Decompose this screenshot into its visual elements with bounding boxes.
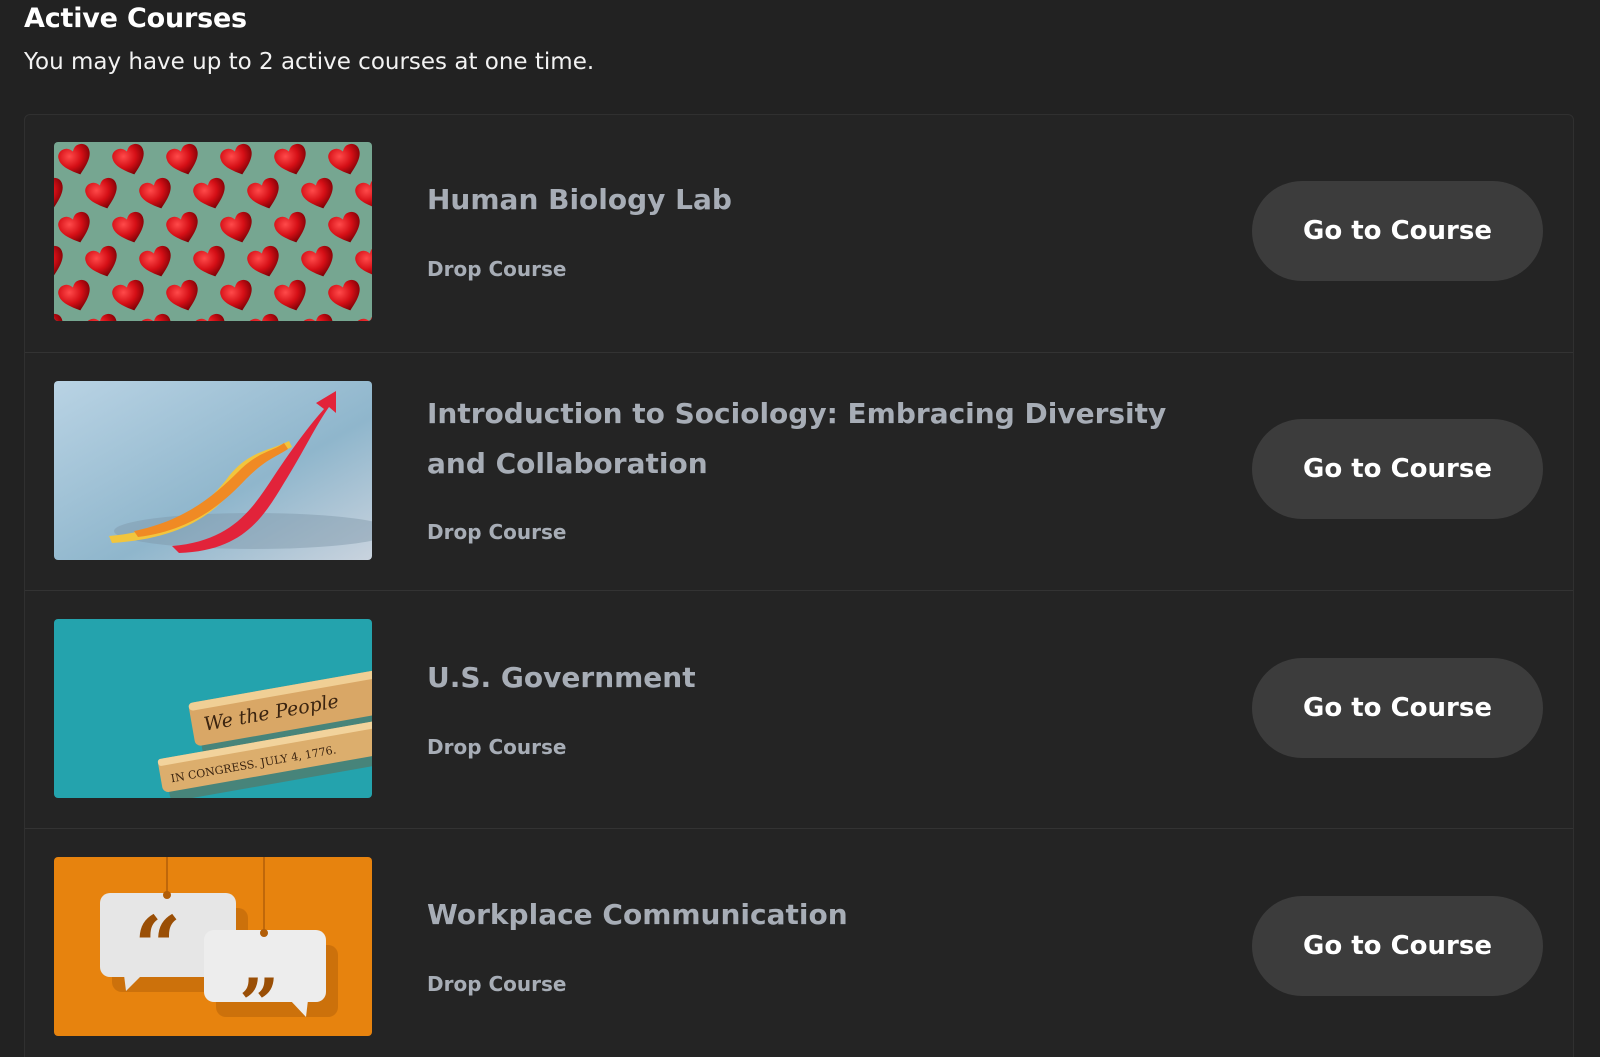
course-thumbnail[interactable]: “ ” xyxy=(54,857,372,1036)
drop-course-link[interactable]: Drop Course xyxy=(427,257,566,281)
constitution-scrolls-image: We the People IN CONGRESS. JULY 4, 1776. xyxy=(54,619,372,798)
svg-text:”: ” xyxy=(239,963,279,1036)
page-subtitle: You may have up to 2 active courses at o… xyxy=(24,49,594,75)
go-to-course-button[interactable]: Go to Course xyxy=(1252,419,1543,519)
page-title: Active Courses xyxy=(24,3,247,34)
course-list: Human Biology Lab Drop Course Go to Cour… xyxy=(24,114,1574,1057)
hearts-pattern-image xyxy=(54,142,372,321)
course-title[interactable]: Human Biology Lab xyxy=(427,175,1187,225)
drop-course-link[interactable]: Drop Course xyxy=(427,972,566,996)
course-row: “ ” Workplace Communication Drop Course … xyxy=(25,829,1573,1057)
course-row: Human Biology Lab Drop Course Go to Cour… xyxy=(25,115,1573,353)
course-row: Introduction to Sociology: Embracing Div… xyxy=(25,353,1573,591)
go-to-course-button[interactable]: Go to Course xyxy=(1252,658,1543,758)
course-row: We the People IN CONGRESS. JULY 4, 1776.… xyxy=(25,591,1573,829)
rising-ribbons-image xyxy=(54,381,372,560)
go-to-course-button[interactable]: Go to Course xyxy=(1252,896,1543,996)
drop-course-link[interactable]: Drop Course xyxy=(427,735,566,759)
quote-bubbles-image: “ ” xyxy=(54,857,372,1036)
course-title[interactable]: U.S. Government xyxy=(427,653,1187,703)
course-title[interactable]: Introduction to Sociology: Embracing Div… xyxy=(427,389,1187,489)
course-thumbnail[interactable] xyxy=(54,381,372,560)
svg-text:“: “ xyxy=(134,899,181,995)
go-to-course-button[interactable]: Go to Course xyxy=(1252,181,1543,281)
active-courses-page: Active Courses You may have up to 2 acti… xyxy=(0,0,1600,1057)
course-title[interactable]: Workplace Communication xyxy=(427,890,1187,940)
drop-course-link[interactable]: Drop Course xyxy=(427,520,566,544)
course-thumbnail[interactable]: We the People IN CONGRESS. JULY 4, 1776. xyxy=(54,619,372,798)
course-thumbnail[interactable] xyxy=(54,142,372,321)
